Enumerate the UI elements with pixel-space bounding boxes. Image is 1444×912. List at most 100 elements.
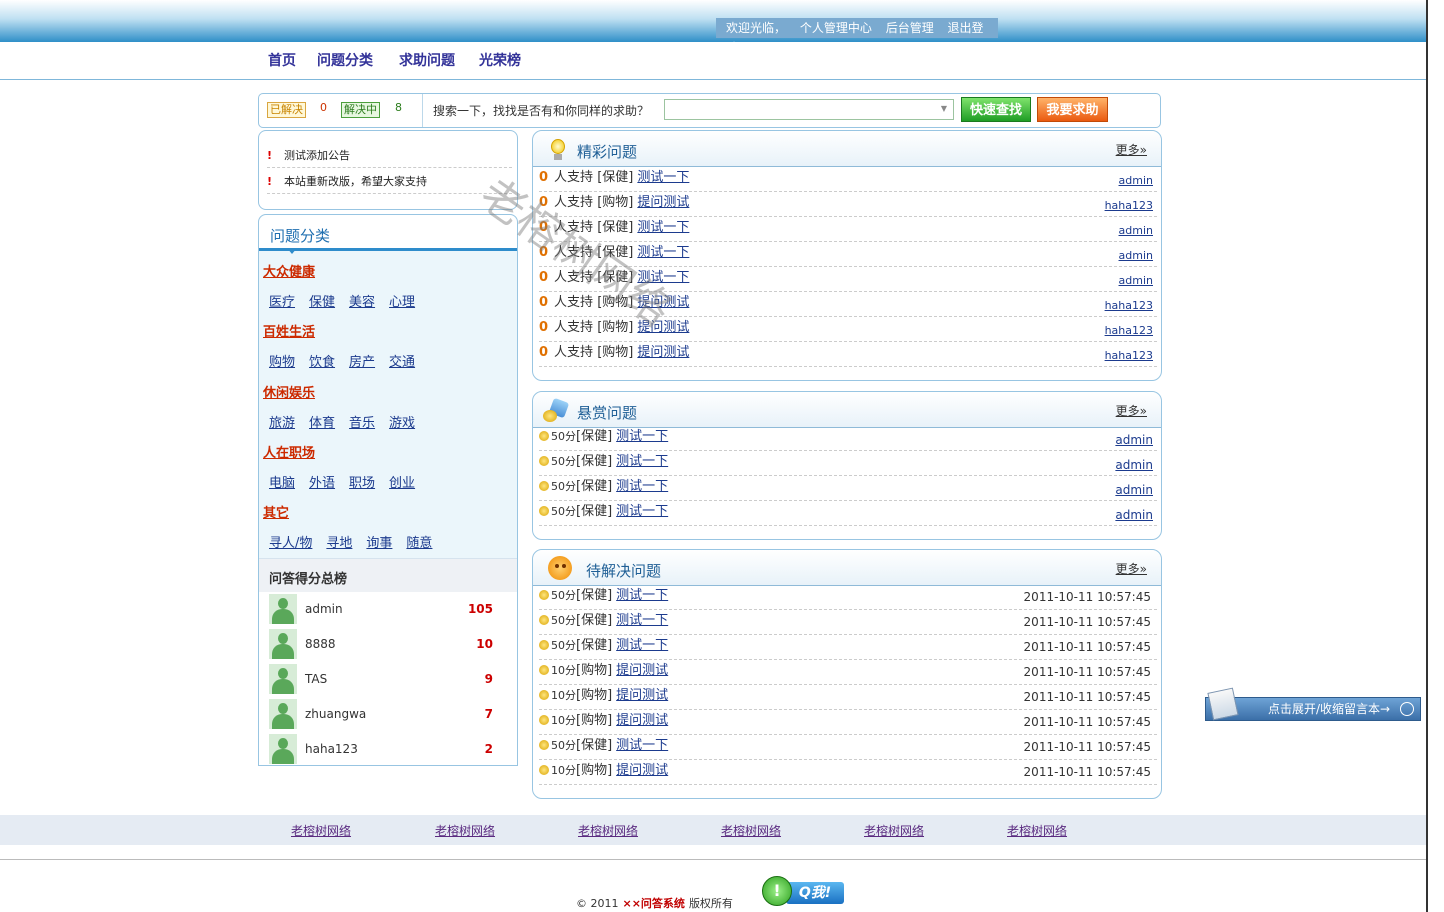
question-category: [保健] (576, 479, 613, 494)
footer-link[interactable]: 老榕树网络 (1007, 822, 1067, 839)
category-link[interactable]: 饮食 (309, 355, 335, 370)
pending-more-link[interactable]: 更多» (1116, 560, 1147, 577)
question-link[interactable]: 测试一下 (616, 454, 668, 469)
category-link[interactable]: 创业 (389, 476, 415, 491)
footer-link[interactable]: 老榕树网络 (435, 822, 495, 839)
question-link[interactable]: 测试一下 (616, 479, 668, 494)
question-link[interactable]: 测试一下 (616, 588, 668, 603)
user-link[interactable]: admin (1115, 504, 1153, 526)
user-center-link[interactable]: 个人管理中心 (800, 21, 872, 35)
message-board-toggle[interactable]: 点击展开/收缩留言本→ (1205, 687, 1421, 721)
quick-search-button[interactable]: 快速查找 (961, 97, 1031, 122)
question-link[interactable]: 提问测试 (637, 295, 689, 310)
footer-link[interactable]: 老榕树网络 (578, 822, 638, 839)
question-link[interactable]: 测试一下 (637, 220, 689, 235)
question-category: [购物] (597, 195, 634, 210)
user-link[interactable]: admin (1115, 454, 1153, 476)
admin-link[interactable]: 后台管理 (886, 21, 934, 35)
category-group-health[interactable]: 大众健康 (263, 261, 315, 280)
qq-contact-button[interactable]: Q我! ! (762, 876, 844, 908)
coin-icon (539, 690, 549, 700)
category-link[interactable]: 交通 (389, 355, 415, 370)
category-link[interactable]: 寻地 (326, 536, 352, 551)
dropdown-arrow-icon[interactable]: ▼ (941, 104, 947, 113)
category-link[interactable]: 旅游 (269, 416, 295, 431)
ranking-user[interactable]: admin (305, 602, 343, 616)
pointer-arrow-icon (287, 248, 297, 254)
question-link[interactable]: 提问测试 (616, 713, 668, 728)
category-group-life[interactable]: 百姓生活 (263, 321, 315, 340)
category-link[interactable]: 游戏 (389, 416, 415, 431)
ranking-user[interactable]: TAS (305, 672, 327, 686)
category-group-other[interactable]: 其它 (263, 502, 289, 521)
user-link[interactable]: haha123 (1105, 295, 1153, 317)
ranking-score: 2 (484, 742, 493, 756)
category-link[interactable]: 心理 (389, 295, 415, 310)
question-link[interactable]: 测试一下 (616, 504, 668, 519)
question-link[interactable]: 测试一下 (616, 738, 668, 753)
support-label: 人支持 (554, 270, 594, 285)
question-link[interactable]: 测试一下 (637, 245, 689, 260)
notice-item[interactable]: ! 测试添加公告 (267, 144, 512, 168)
user-link[interactable]: admin (1119, 270, 1153, 292)
coin-icon (539, 481, 549, 491)
user-link[interactable]: admin (1119, 170, 1153, 192)
reward-points: 50分 (551, 430, 576, 443)
question-link[interactable]: 测试一下 (616, 638, 668, 653)
category-link[interactable]: 房产 (349, 355, 375, 370)
notice-item[interactable]: ! 本站重新改版，希望大家支持 (267, 170, 512, 194)
ranking-user[interactable]: 8888 (305, 637, 336, 651)
notice-text[interactable]: 测试添加公告 (284, 149, 350, 162)
category-link[interactable]: 音乐 (349, 416, 375, 431)
category-link[interactable]: 随意 (406, 536, 432, 551)
question-link[interactable]: 测试一下 (637, 170, 689, 185)
question-link[interactable]: 提问测试 (616, 688, 668, 703)
reward-title: 悬赏问题 (577, 404, 638, 422)
user-link[interactable]: haha123 (1105, 320, 1153, 342)
question-link[interactable]: 测试一下 (616, 613, 668, 628)
notice-text[interactable]: 本站重新改版，希望大家支持 (284, 175, 427, 188)
category-link[interactable]: 外语 (309, 476, 335, 491)
question-link[interactable]: 提问测试 (637, 345, 689, 360)
user-link[interactable]: haha123 (1105, 345, 1153, 367)
question-time: 2011-10-11 10:57:45 (1023, 590, 1151, 604)
category-link[interactable]: 购物 (269, 355, 295, 370)
category-link[interactable]: 美容 (349, 295, 375, 310)
user-link[interactable]: admin (1115, 429, 1153, 451)
question-link[interactable]: 提问测试 (637, 195, 689, 210)
search-input[interactable]: ▼ (664, 99, 954, 120)
category-link[interactable]: 职场 (349, 476, 375, 491)
question-category: [购物] (576, 663, 613, 678)
footer-link[interactable]: 老榕树网络 (864, 822, 924, 839)
nav-categories[interactable]: 问题分类 (317, 50, 373, 70)
ask-help-button[interactable]: 我要求助 (1037, 97, 1108, 122)
question-link[interactable]: 提问测试 (616, 763, 668, 778)
category-link[interactable]: 询事 (366, 536, 392, 551)
nav-home[interactable]: 首页 (268, 50, 296, 70)
user-link[interactable]: admin (1119, 245, 1153, 267)
user-link[interactable]: admin (1115, 479, 1153, 501)
reward-more-link[interactable]: 更多» (1116, 402, 1147, 419)
category-group-leisure[interactable]: 休闲娱乐 (263, 382, 315, 401)
category-header: 问题分类 (259, 215, 517, 254)
question-link[interactable]: 提问测试 (616, 663, 668, 678)
featured-more-link[interactable]: 更多» (1116, 141, 1147, 158)
footer-link[interactable]: 老榕树网络 (291, 822, 351, 839)
category-link[interactable]: 体育 (309, 416, 335, 431)
user-link[interactable]: haha123 (1105, 195, 1153, 217)
question-link[interactable]: 测试一下 (616, 429, 668, 444)
category-link[interactable]: 电脑 (269, 476, 295, 491)
footer-link[interactable]: 老榕树网络 (721, 822, 781, 839)
category-link[interactable]: 寻人/物 (269, 536, 312, 551)
question-row: 0 人支持 [购物] 提问测试 haha123 (539, 292, 1157, 317)
category-link[interactable]: 医疗 (269, 295, 295, 310)
ranking-user[interactable]: haha123 (305, 742, 358, 756)
nav-honor[interactable]: 光荣榜 (479, 50, 521, 70)
nav-questions[interactable]: 求助问题 (399, 50, 455, 70)
ranking-user[interactable]: zhuangwa (305, 707, 366, 721)
category-group-work[interactable]: 人在职场 (263, 442, 315, 461)
question-link[interactable]: 测试一下 (637, 270, 689, 285)
category-link[interactable]: 保健 (309, 295, 335, 310)
user-link[interactable]: admin (1119, 220, 1153, 242)
question-link[interactable]: 提问测试 (637, 320, 689, 335)
